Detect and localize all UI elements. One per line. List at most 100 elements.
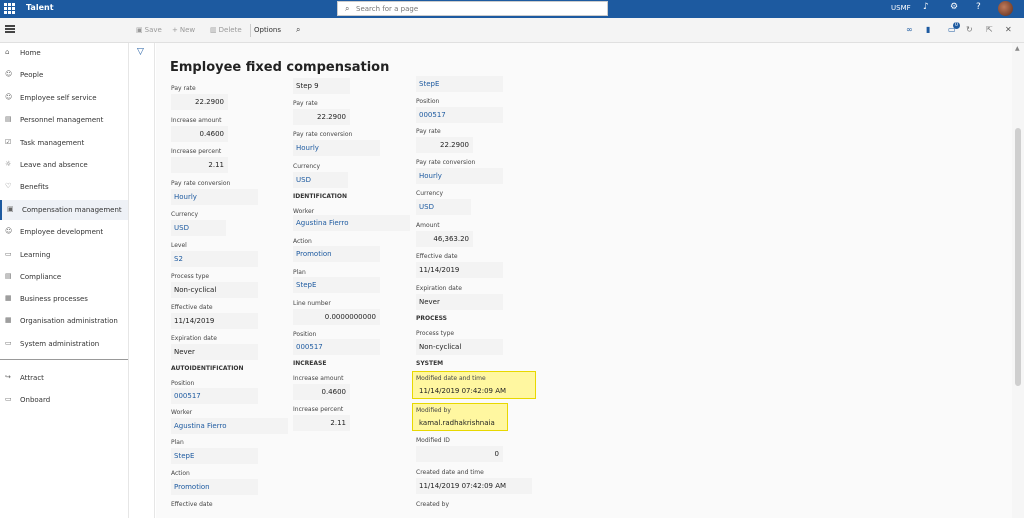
modified-datetime-field[interactable]: 11/14/2019 07:42:09 AM <box>416 383 528 399</box>
bell-icon[interactable]: ♪ <box>923 2 929 12</box>
sidebar-item-compensation-management[interactable]: ▣ Compensation management <box>0 200 128 220</box>
filter-icon[interactable]: ▽ <box>137 47 144 57</box>
avatar[interactable] <box>998 1 1013 16</box>
link-icon[interactable]: ∞ <box>906 25 913 34</box>
save-button[interactable]: ▣ Save <box>136 26 162 34</box>
pay-rate-conversion-field[interactable]: Hourly <box>171 189 258 205</box>
increase-amount-2-field[interactable]: 0.4600 <box>293 384 350 400</box>
plan-2-field[interactable]: StepE <box>293 277 380 293</box>
pay-rate-conversion-2-field[interactable]: Hourly <box>293 140 380 156</box>
currency-3-field[interactable]: USD <box>416 199 471 215</box>
position-2-field[interactable]: 000517 <box>293 339 380 355</box>
search-box[interactable]: ⌕ <box>337 1 608 16</box>
sidebar-item-label: Learning <box>20 251 51 259</box>
action-field[interactable]: Promotion <box>171 479 258 495</box>
identification-heading: IDENTIFICATION <box>293 193 348 200</box>
sidebar-item-learning[interactable]: ▭ Learning <box>0 245 128 265</box>
pay-rate-field[interactable]: 22.2900 <box>171 94 228 110</box>
sidebar-item-compliance[interactable]: ▤ Compliance <box>0 267 128 287</box>
hamburger-icon[interactable] <box>5 25 15 33</box>
increase-percent-2-field[interactable]: 2.11 <box>293 415 350 431</box>
pay-rate-3-field[interactable]: 22.2900 <box>416 137 473 153</box>
sidebar-item-personnel-management[interactable]: ▤ Personnel management <box>0 110 128 130</box>
increase-amount-field[interactable]: 0.4600 <box>171 126 228 142</box>
effective-date-field[interactable]: 11/14/2019 <box>171 313 258 329</box>
worker-2-field[interactable]: Agustina Fierro <box>293 215 410 231</box>
options-button[interactable]: Options <box>254 26 281 34</box>
plan-field[interactable]: StepE <box>171 448 258 464</box>
process-type-3-field[interactable]: Non-cyclical <box>416 339 503 355</box>
sidebar-item-label: Compliance <box>20 273 62 281</box>
sidebar-item-organisation-administration[interactable]: ▦ Organisation administration <box>0 311 128 331</box>
plan-2-label: Plan <box>293 269 306 276</box>
currency-field[interactable]: USD <box>171 220 226 236</box>
refresh-icon[interactable]: ↻ <box>966 25 973 34</box>
leave-icon: ☼ <box>5 160 12 168</box>
modified-id-field[interactable]: 0 <box>416 446 503 462</box>
modified-by-field[interactable]: kamal.radhakrishnaia <box>416 415 504 431</box>
worker-field[interactable]: Agustina Fierro <box>171 418 288 434</box>
sidebar-item-home[interactable]: ⌂ Home <box>0 43 128 63</box>
search-icon: ⌕ <box>345 4 350 13</box>
sidebar-item-label: Organisation administration <box>20 317 118 325</box>
worker-label: Worker <box>171 409 193 416</box>
action-2-field[interactable]: Promotion <box>293 246 380 262</box>
position-field[interactable]: 000517 <box>171 388 258 404</box>
sidebar-item-business-processes[interactable]: ▦ Business processes <box>0 289 128 309</box>
line-number-field[interactable]: 0.0000000000 <box>293 309 380 325</box>
currency-2-field[interactable]: USD <box>293 172 348 188</box>
level-field[interactable]: S2 <box>171 251 258 267</box>
pay-rate-2-label: Pay rate <box>293 100 318 107</box>
action-label: Action <box>171 470 190 477</box>
step-field[interactable]: Step 9 <box>293 78 350 94</box>
new-button[interactable]: + New <box>172 26 195 34</box>
created-datetime-label: Created date and time <box>416 469 484 476</box>
position-label: Position <box>171 380 195 387</box>
notification-badge: 0 <box>953 22 960 29</box>
expiration-date-3-label: Expiration date <box>416 285 462 292</box>
task-icon: ☑ <box>5 138 12 146</box>
expiration-date-label: Expiration date <box>171 335 217 342</box>
scrollbar-thumb[interactable] <box>1015 128 1021 386</box>
process-type-field[interactable]: Non-cyclical <box>171 282 258 298</box>
search-actions-icon[interactable]: ⌕ <box>296 25 300 35</box>
position-3-field[interactable]: 000517 <box>416 107 503 123</box>
scroll-up-icon[interactable]: ▲ <box>1015 45 1020 52</box>
close-icon[interactable]: ✕ <box>1005 25 1012 34</box>
sidebar-item-leave-and-absence[interactable]: ☼ Leave and absence <box>0 155 128 175</box>
office-icon[interactable]: ▮ <box>926 25 930 34</box>
search-input[interactable] <box>356 4 596 14</box>
development-icon: ☺ <box>5 227 13 235</box>
sidebar-item-employee-self-service[interactable]: ☺ Employee self service <box>0 88 128 108</box>
sidebar-item-task-management[interactable]: ☑ Task management <box>0 133 128 153</box>
position-2-label: Position <box>293 331 317 338</box>
app-launcher-icon[interactable] <box>4 3 15 14</box>
level-label: Level <box>171 242 187 249</box>
company-selector[interactable]: USMF <box>891 4 911 12</box>
pay-rate-2-field[interactable]: 22.2900 <box>293 109 350 125</box>
open-new-window-icon[interactable]: ⇱ <box>986 25 993 34</box>
delete-button[interactable]: ▥ Delete <box>210 26 242 34</box>
sidebar-item-onboard[interactable]: ▭ Onboard <box>0 390 128 410</box>
increase-percent-field[interactable]: 2.11 <box>171 157 228 173</box>
vertical-scrollbar[interactable]: ▲ <box>1012 43 1024 518</box>
sidebar-item-employee-development[interactable]: ☺ Employee development <box>0 222 128 242</box>
effective-date-3-label: Effective date <box>416 253 458 260</box>
process-type-3-label: Process type <box>416 330 455 337</box>
created-datetime-field[interactable]: 11/14/2019 07:42:09 AM <box>416 478 532 494</box>
sidebar-item-system-administration[interactable]: ▭ System administration <box>0 334 128 354</box>
pay-rate-conversion-3-field[interactable]: Hourly <box>416 168 503 184</box>
sidebar-item-attract[interactable]: ↪ Attract <box>0 368 128 388</box>
sidebar-item-label: Benefits <box>20 183 49 191</box>
gear-icon[interactable]: ⚙ <box>950 2 958 12</box>
amount-field[interactable]: 46,363.20 <box>416 231 473 247</box>
step-e-field[interactable]: StepE <box>416 76 503 92</box>
benefits-icon: ♡ <box>5 182 12 190</box>
top-bar: Talent ⌕ USMF ♪ ⚙ ? <box>0 0 1024 18</box>
effective-date-3-field[interactable]: 11/14/2019 <box>416 262 503 278</box>
expiration-date-3-field[interactable]: Never <box>416 294 503 310</box>
sidebar-item-benefits[interactable]: ♡ Benefits <box>0 177 128 197</box>
sidebar-item-people[interactable]: ☺ People <box>0 65 128 85</box>
help-icon[interactable]: ? <box>976 2 981 12</box>
expiration-date-field[interactable]: Never <box>171 344 258 360</box>
